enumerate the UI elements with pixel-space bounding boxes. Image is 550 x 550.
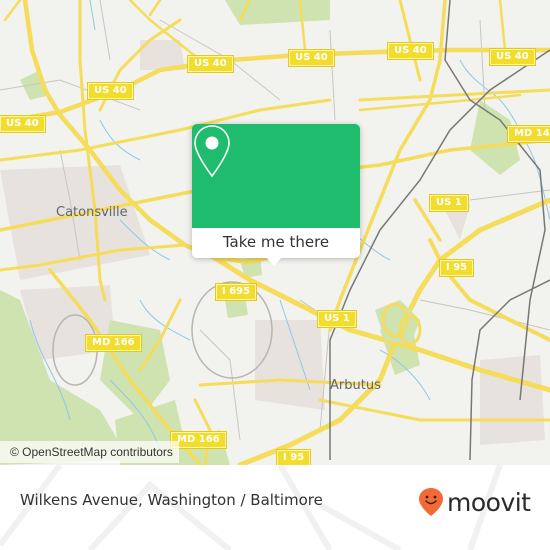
road-shield-md144: MD 144 — [508, 126, 550, 142]
map-attribution[interactable]: © OpenStreetMap contributors — [0, 441, 179, 463]
road-shield-i95: I 95 — [440, 260, 474, 276]
footer-bar: Wilkens Avenue, Washington / Baltimore m… — [0, 465, 550, 550]
take-me-there-button[interactable]: Take me there — [192, 228, 360, 258]
road-shield-md166: MD 166 — [86, 335, 141, 351]
moovit-wordmark: moovit — [447, 487, 531, 517]
popup-pointer — [266, 257, 282, 266]
road-shield-us1: US 1 — [430, 195, 468, 211]
location-popup: Take me there — [192, 124, 360, 266]
location-title: Wilkens Avenue, Washington / Baltimore — [20, 491, 323, 509]
road-shield-md166: MD 166 — [171, 432, 226, 448]
popup-header — [192, 124, 360, 228]
location-pin-icon — [194, 125, 230, 178]
road-shield-us40: US 40 — [0, 116, 45, 132]
road-shield-us40: US 40 — [490, 49, 535, 65]
moovit-face-pin-icon — [419, 488, 443, 516]
map-view[interactable]: US 40 US 40 US 40 US 40 US 40 US 40 MD 1… — [0, 0, 550, 465]
moovit-logo[interactable]: moovit — [418, 487, 531, 517]
road-shield-us40: US 40 — [388, 43, 433, 59]
road-shield-i95: I 95 — [277, 450, 311, 465]
road-shield-us40: US 40 — [188, 56, 233, 72]
road-shield-us1: US 1 — [318, 311, 356, 327]
place-label-arbutus: Arbutus — [330, 378, 381, 393]
place-label-catonsville: Catonsville — [56, 205, 128, 220]
road-shield-us40: US 40 — [289, 50, 334, 66]
road-shield-us40: US 40 — [88, 83, 133, 99]
road-shield-i695: I 695 — [216, 284, 257, 300]
